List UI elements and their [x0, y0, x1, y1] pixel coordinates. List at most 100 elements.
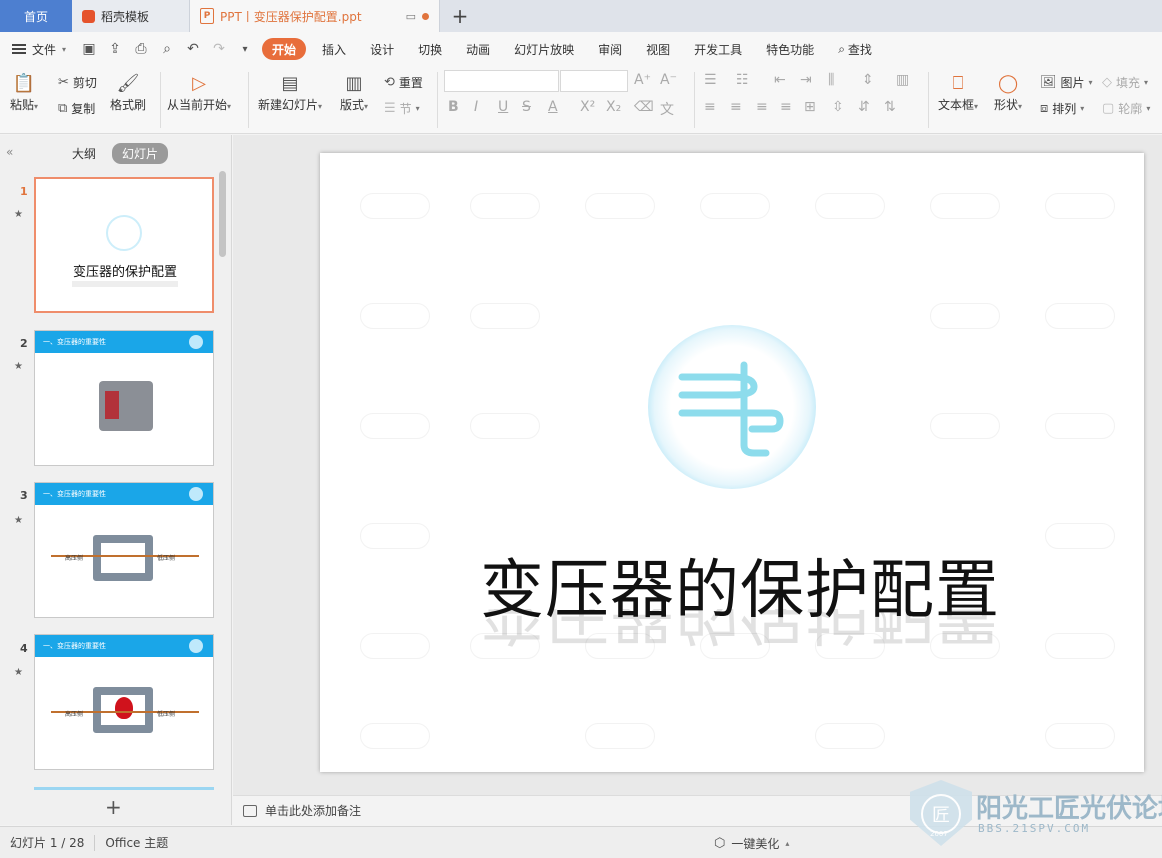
clear-format-icon[interactable]: ⌫ — [634, 99, 654, 115]
reset-button[interactable]: ⟲ 重置 — [384, 74, 423, 91]
print-icon[interactable]: ⎙ — [128, 36, 154, 62]
menu-review[interactable]: 审阅 — [586, 38, 634, 60]
tab-home[interactable]: 首页 — [0, 0, 72, 32]
shrink-font-icon[interactable]: A⁻ — [660, 72, 677, 88]
decrease-indent-icon[interactable]: ⇤ — [774, 72, 786, 88]
slide-thumbnail-5-edge — [34, 787, 214, 790]
new-slide-button[interactable]: ▤ 新建幻灯片▾ — [258, 70, 322, 113]
ribbon-divider — [928, 72, 929, 128]
print-preview-icon[interactable]: ⌕ — [154, 36, 180, 62]
ribbon: 📋 粘贴▾ ✂ 剪切 ⧉ 复制 🖌 格式刷 ▷ 从当前开始▾ ▤ 新建幻灯片▾ … — [0, 66, 1162, 134]
clipboard-icon: 📋 — [12, 72, 36, 94]
search-icon: ⌕ — [838, 41, 845, 56]
superscript-icon[interactable]: X² — [580, 99, 595, 115]
strikethrough-icon[interactable]: S — [522, 99, 531, 115]
justify-icon[interactable]: ≡ — [780, 99, 792, 115]
beautify-button[interactable]: ⬡ 一键美化 ▴ — [714, 835, 789, 852]
chevron-up-icon: ▴ — [785, 839, 790, 848]
align-left-icon[interactable]: ≡ — [704, 99, 716, 115]
italic-icon[interactable]: I — [474, 99, 478, 115]
slide-counter: 幻灯片 1 / 28 — [10, 836, 85, 850]
menu-developer[interactable]: 开发工具 — [682, 38, 754, 60]
chevron-down-icon: ▾ — [34, 102, 39, 111]
play-from-current-button[interactable]: ▷ 从当前开始▾ — [167, 70, 231, 113]
columns-icon[interactable]: ▥ — [896, 72, 909, 88]
slide-thumbnail-3[interactable]: 一、变压器的重要性 高压侧 低压侧 — [34, 482, 214, 618]
menu-insert[interactable]: 插入 — [310, 38, 358, 60]
undo-icon[interactable]: ↶ — [180, 36, 206, 62]
collapse-panel-icon[interactable]: « — [6, 145, 13, 159]
play-from-current-label: 从当前开始 — [167, 98, 228, 112]
ribbon-divider — [248, 72, 249, 128]
slide-thumbnail-1[interactable]: 变压器的保护配置 — [34, 177, 214, 313]
section-button[interactable]: ☰ 节 ▾ — [384, 100, 420, 117]
outline-button[interactable]: ▢ 轮廓 ▾ — [1102, 100, 1150, 117]
textbox-button[interactable]: ⎕ 文本框▾ — [938, 70, 978, 113]
underline-icon[interactable]: U — [498, 99, 508, 115]
align-right-icon[interactable]: ≡ — [756, 99, 768, 115]
panel-scrollbar[interactable] — [219, 171, 226, 257]
menu-design[interactable]: 设计 — [358, 38, 406, 60]
menu-review-label: 审阅 — [598, 42, 623, 57]
menu-insert-label: 插入 — [322, 42, 347, 57]
font-size-select[interactable] — [560, 70, 628, 92]
tab-document[interactable]: P PPT丨变压器保护配置.ppt ▭ — [190, 0, 440, 32]
beautify-label: 一键美化 — [731, 837, 780, 851]
menu-slideshow-label: 幻灯片放映 — [514, 42, 575, 57]
menu-home[interactable]: 开始 — [262, 38, 307, 60]
tab-slides[interactable]: 幻灯片 — [112, 143, 169, 164]
numbered-list-icon[interactable]: ☷ — [736, 72, 749, 88]
new-tab-button[interactable]: + — [440, 0, 480, 32]
menu-view[interactable]: 视图 — [634, 38, 682, 60]
file-menu[interactable]: 文件 ▾ — [12, 41, 76, 58]
increase-indent-icon[interactable]: ⇥ — [800, 72, 812, 88]
cut-button[interactable]: ✂ 剪切 — [58, 74, 97, 91]
menu-transition-label: 切换 — [418, 42, 443, 57]
monitor-icon[interactable]: ▭ — [406, 10, 416, 23]
menu-features[interactable]: 特色功能 — [754, 38, 826, 60]
chevron-down-icon: ▾ — [364, 102, 369, 111]
subscript-icon[interactable]: X₂ — [606, 99, 621, 115]
paste-button[interactable]: 📋 粘贴▾ — [10, 70, 38, 113]
tab-outline[interactable]: 大纲 — [62, 143, 106, 164]
theme-name[interactable]: Office 主题 — [95, 834, 178, 851]
customize-dropdown-icon[interactable]: ▾ — [232, 36, 258, 62]
redo-icon[interactable]: ↷ — [206, 36, 232, 62]
chevron-down-icon: ▾ — [1146, 104, 1151, 113]
layout-button[interactable]: ▥ 版式▾ — [340, 70, 368, 113]
text-direction-icon[interactable]: ⫼ — [828, 72, 834, 88]
vertical-align-icon[interactable]: ⇅ — [884, 99, 896, 115]
tab-document-label: PPT丨变压器保护配置.ppt — [220, 9, 362, 24]
font-name-select[interactable] — [444, 70, 559, 92]
save-icon[interactable]: ▣ — [76, 36, 102, 62]
bullet-list-icon[interactable]: ☰ — [704, 72, 717, 88]
distribute-icon[interactable]: ⊞ — [804, 99, 816, 115]
slide-logo-icon — [189, 487, 203, 501]
export-icon[interactable]: ⇪ — [102, 36, 128, 62]
tab-docer-template[interactable]: 稻壳模板 — [72, 0, 190, 32]
text-align-icon[interactable]: ⇵ — [858, 99, 870, 115]
fill-button[interactable]: ◇ 填充 ▾ — [1102, 74, 1148, 91]
font-color-icon[interactable]: A — [548, 99, 558, 115]
menu-slideshow[interactable]: 幻灯片放映 — [502, 38, 586, 60]
paragraph-spacing-icon[interactable]: ⇳ — [832, 99, 844, 115]
add-slide-button[interactable]: + — [105, 795, 122, 819]
shape-button[interactable]: ◯ 形状▾ — [994, 70, 1022, 113]
outline-icon: ▢ — [1102, 101, 1115, 116]
align-center-icon[interactable]: ≡ — [730, 99, 742, 115]
format-painter-button[interactable]: 🖌 格式刷 — [110, 70, 146, 113]
copy-button[interactable]: ⧉ 复制 — [58, 100, 95, 117]
grow-font-icon[interactable]: A⁺ — [634, 72, 651, 88]
phonetic-icon[interactable]: 文 — [660, 99, 674, 119]
slide-thumbnail-4[interactable]: 一、变压器的重要性 高压侧 低压侧 — [34, 634, 214, 770]
line-spacing-icon[interactable]: ⇕ — [862, 72, 874, 88]
picture-button[interactable]: 🖼 图片 ▾ — [1040, 74, 1093, 91]
menu-transition[interactable]: 切换 — [406, 38, 454, 60]
current-slide[interactable]: 变压器的保护配置 变压器的保护配置 — [320, 153, 1144, 772]
slide-thumbnail-2[interactable]: 一、变压器的重要性 — [34, 330, 214, 466]
menu-animation[interactable]: 动画 — [454, 38, 502, 60]
notes-placeholder: 单击此处添加备注 — [265, 804, 362, 818]
bold-icon[interactable]: B — [448, 99, 459, 115]
arrange-button[interactable]: ⧈ 排列 ▾ — [1040, 100, 1084, 117]
search-button[interactable]: ⌕ 查找 — [826, 38, 884, 60]
